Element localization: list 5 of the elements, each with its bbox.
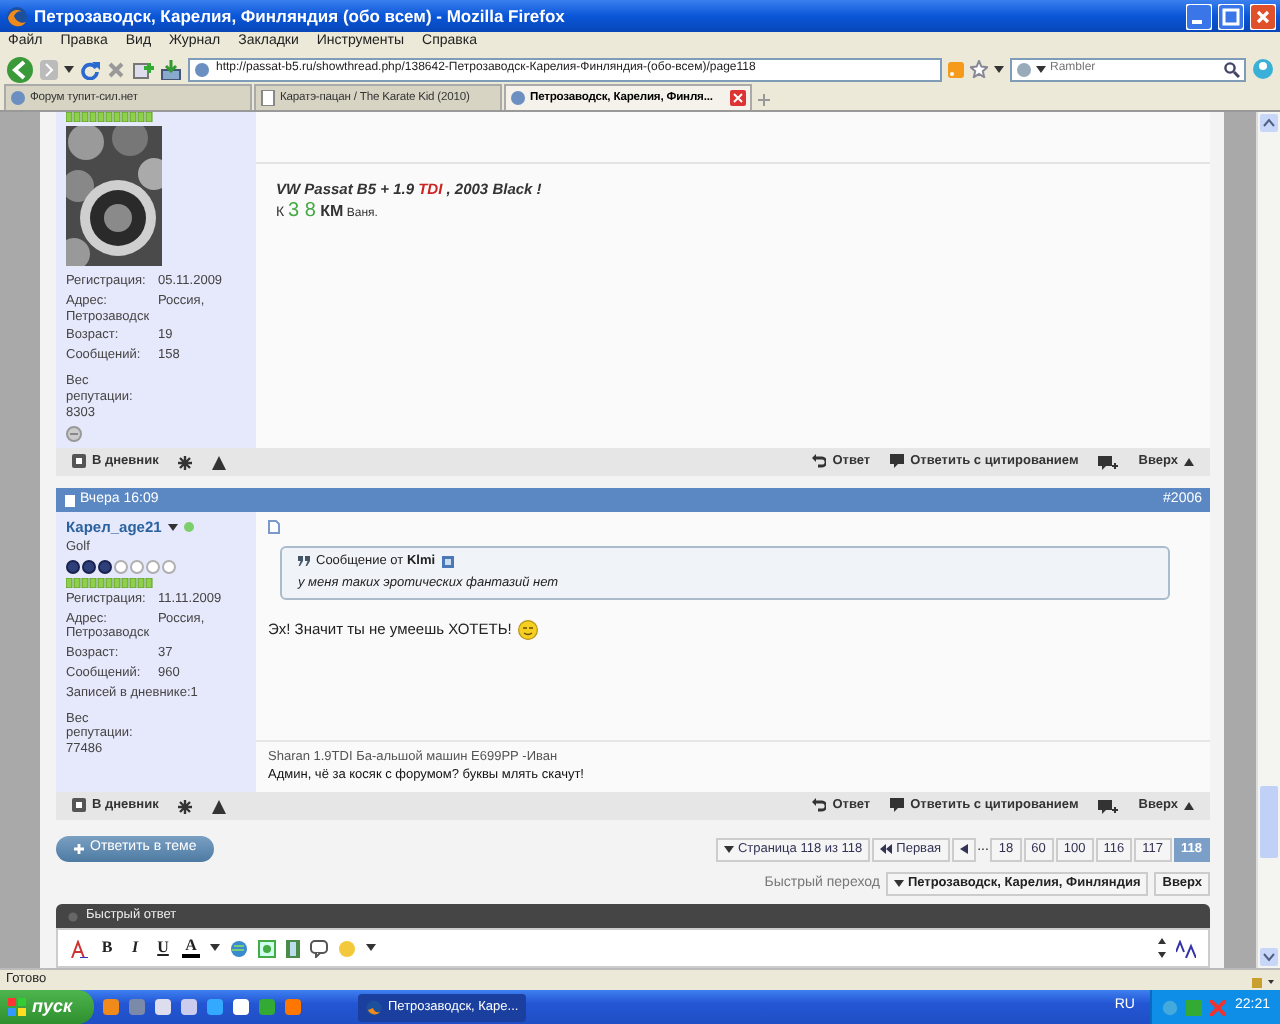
format-button[interactable]: I (126, 938, 144, 958)
format-button[interactable]: B (98, 938, 116, 958)
window-title: Петрозаводск, Карелия, Финляндия (обо всем) - Mozilla Firefox (34, 5, 567, 27)
format-button[interactable]: U (154, 938, 172, 958)
format-button[interactable]: A (182, 938, 200, 958)
